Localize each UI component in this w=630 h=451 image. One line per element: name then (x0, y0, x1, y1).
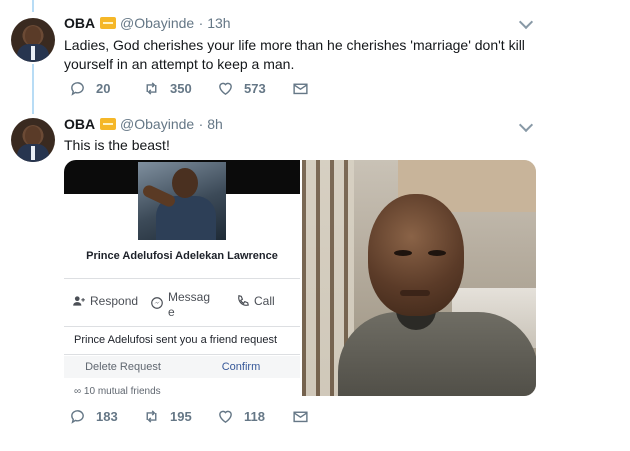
divider (64, 354, 300, 355)
fb-call-label: Call (254, 294, 275, 308)
avatar[interactable] (11, 118, 55, 162)
reply-button[interactable]: 20 (69, 80, 110, 97)
thread-line (32, 64, 34, 114)
retweet-icon (146, 82, 157, 95)
like-icon (219, 410, 232, 424)
add-friend-icon (73, 296, 85, 306)
fb-request-text: Prince Adelufosi sent you a friend reque… (74, 334, 278, 346)
reply-icon (71, 82, 84, 96)
verified-badge-icon (99, 118, 116, 130)
fb-confirm: Confirm (182, 356, 300, 378)
fb-message-button: Messag e (150, 290, 210, 320)
fb-delete-request: Delete Request (64, 356, 182, 378)
tweet-text: This is the beast! (64, 137, 170, 153)
timestamp[interactable]: · 8h (199, 116, 223, 132)
chevron-down-icon[interactable] (518, 117, 534, 133)
like-icon (219, 82, 232, 96)
selfie-photo[interactable] (302, 160, 536, 396)
tweet-media[interactable]: Prince Adelufosi Adelekan Lawrence Respo… (64, 160, 536, 396)
retweet-count: 195 (170, 409, 192, 424)
retweet-button[interactable]: 195 (143, 408, 192, 425)
verified-badge-icon (99, 17, 116, 29)
handle[interactable]: @Obayinde (120, 15, 194, 31)
fb-call-button: Call (236, 294, 275, 308)
tweet-text: Ladies, God cherishes your life more tha… (64, 37, 525, 72)
fb-message-label-line1: Messag (168, 290, 211, 304)
fb-mutual-friends: ∞ 10 mutual friends (74, 386, 161, 396)
fb-message-label-line2: e (168, 305, 175, 319)
retweet-button[interactable]: 350 (143, 80, 192, 97)
display-name[interactable]: OBA (64, 15, 95, 31)
handle[interactable]: @Obayinde (120, 116, 194, 132)
dm-icon (293, 411, 308, 423)
reply-icon (71, 410, 84, 424)
retweet-icon (146, 410, 157, 423)
mutual-friends-icon: ∞ (74, 386, 84, 396)
fb-friend-request-screenshot[interactable]: Prince Adelufosi Adelekan Lawrence Respo… (64, 160, 300, 396)
reply-count: 183 (96, 409, 118, 424)
messenger-icon (151, 297, 163, 309)
divider (64, 278, 300, 279)
display-name[interactable]: OBA (64, 116, 95, 132)
fb-respond-button: Respond (72, 294, 138, 308)
divider (64, 326, 300, 327)
tweet-header: OBA @Obayinde · 8h (64, 116, 223, 134)
timestamp[interactable]: · 13h (199, 15, 231, 31)
like-button[interactable]: 573 (217, 80, 266, 97)
dm-icon (293, 83, 308, 95)
fb-profile-photo (138, 162, 226, 240)
thread-line-top (32, 0, 34, 12)
retweet-count: 350 (170, 81, 192, 96)
like-count: 573 (244, 81, 266, 96)
selfie-subject (338, 194, 536, 396)
dm-button[interactable] (292, 408, 309, 425)
dm-button[interactable] (292, 80, 309, 97)
reply-count: 20 (96, 81, 111, 96)
tweet-header: OBA @Obayinde · 13h (64, 15, 231, 33)
fb-profile-name: Prince Adelufosi Adelekan Lawrence (86, 250, 278, 262)
reply-button[interactable]: 183 (69, 408, 118, 425)
avatar[interactable] (11, 18, 55, 62)
phone-icon (238, 295, 249, 306)
chevron-down-icon[interactable] (518, 14, 534, 30)
like-count: 118 (244, 409, 265, 424)
like-button[interactable]: 118 (217, 408, 265, 425)
fb-respond-label: Respond (90, 294, 139, 308)
